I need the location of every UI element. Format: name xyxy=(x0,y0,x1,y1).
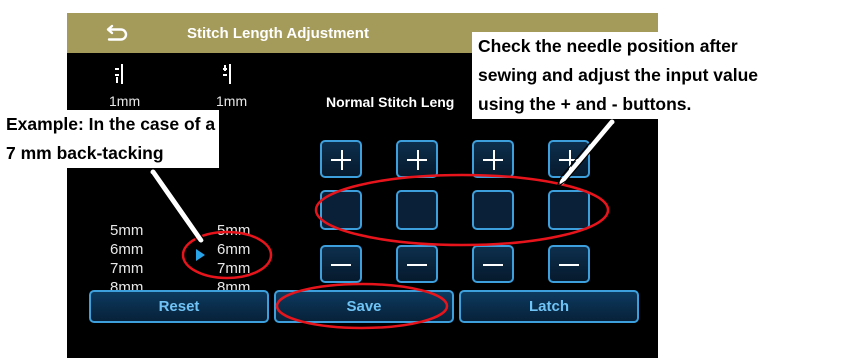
annotation-overlay xyxy=(150,119,615,330)
save-highlight xyxy=(275,282,449,330)
callout-arrow-outline xyxy=(150,119,615,249)
value-boxes-highlight xyxy=(314,173,610,247)
